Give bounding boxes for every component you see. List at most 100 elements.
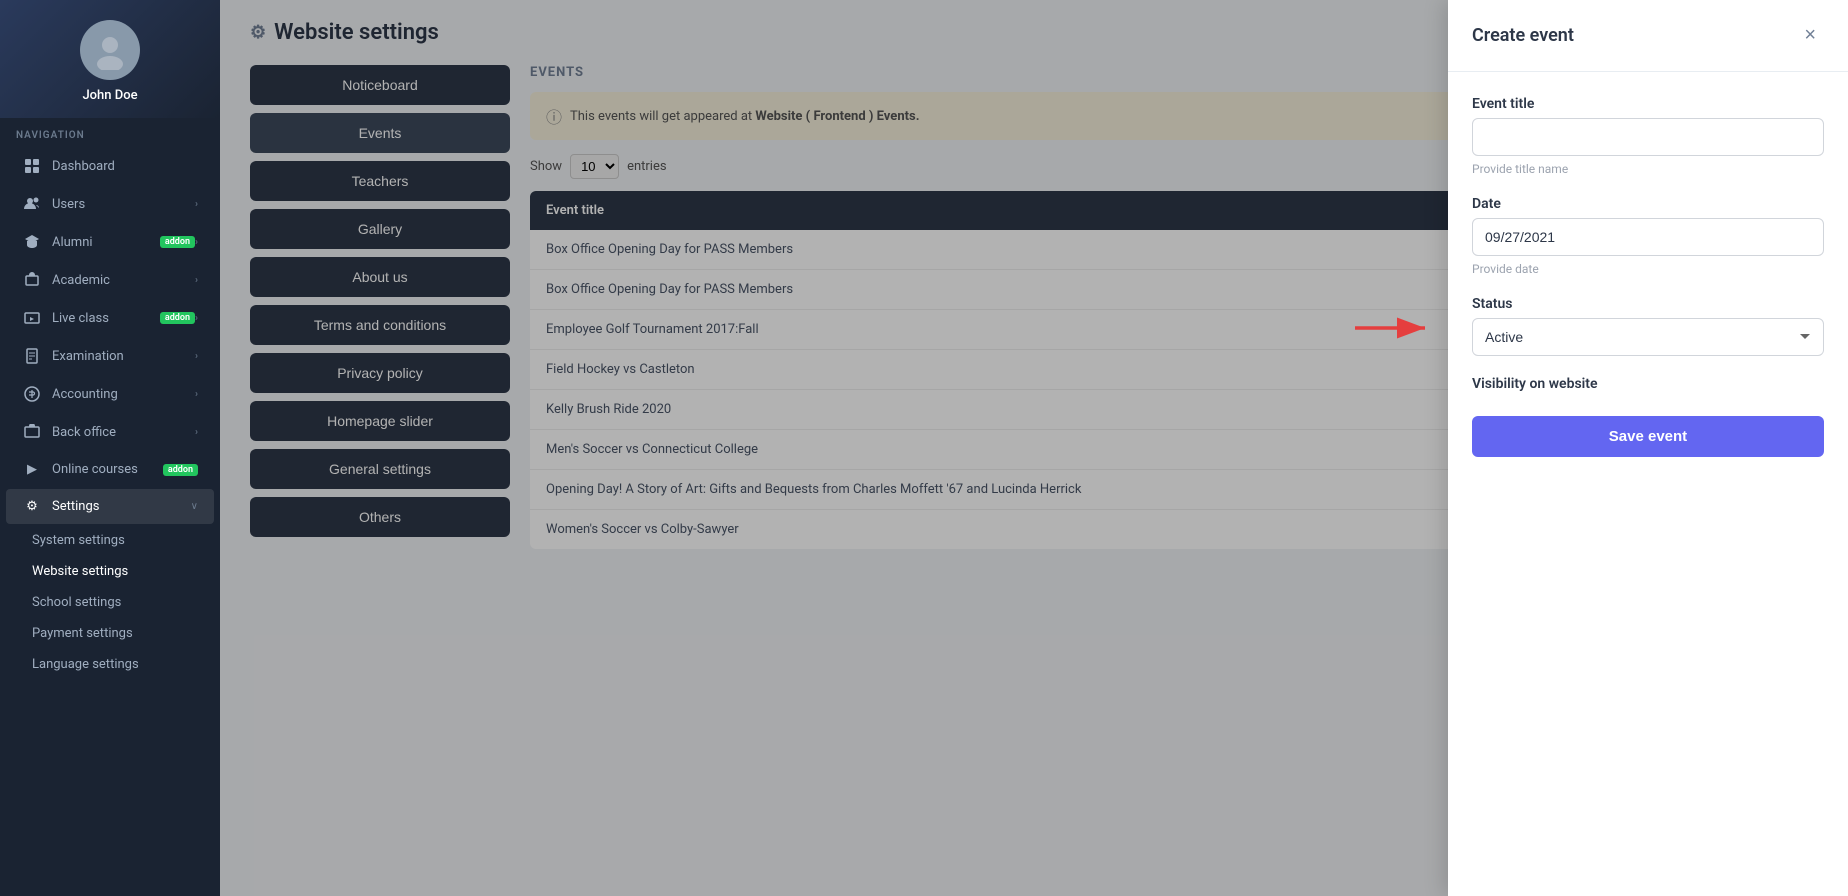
- event-title-cell: Kelly Brush Ride 2020: [530, 390, 1596, 430]
- chevron-down-icon: ∨: [191, 501, 198, 512]
- chevron-right-icon: ›: [195, 275, 198, 286]
- chevron-right-icon: ›: [195, 237, 198, 248]
- show-label: Show: [530, 159, 562, 174]
- nav-btn-noticeboard[interactable]: Noticeboard: [250, 65, 510, 105]
- sidebar-item-alumni[interactable]: Alumni addon ›: [6, 224, 214, 260]
- avatar: [80, 20, 140, 80]
- sub-item-label: Language settings: [32, 657, 139, 672]
- sidebar: John Doe NAVIGATION Dashboard Users › Al…: [0, 0, 220, 896]
- examination-icon: [22, 348, 42, 364]
- date-label: Date: [1472, 196, 1824, 212]
- date-group: Date 09/27/2021 Provide date: [1472, 196, 1824, 276]
- sidebar-profile: John Doe: [0, 0, 220, 118]
- date-input[interactable]: 09/27/2021: [1472, 218, 1824, 256]
- sidebar-item-label: Examination: [52, 349, 195, 364]
- addon-badge: addon: [160, 236, 195, 248]
- online-courses-icon: ▶: [22, 462, 42, 477]
- nav-btn-general-settings[interactable]: General settings: [250, 449, 510, 489]
- nav-btn-terms[interactable]: Terms and conditions: [250, 305, 510, 345]
- drawer-body: Event title Provide title name Date 09/2…: [1448, 72, 1848, 896]
- settings-icon: ⚙: [22, 499, 42, 514]
- nav-btn-privacy[interactable]: Privacy policy: [250, 353, 510, 393]
- event-title-label: Event title: [1472, 96, 1824, 112]
- status-group: Status Active Inactive: [1472, 296, 1824, 356]
- academic-icon: [22, 272, 42, 288]
- sidebar-item-live-class[interactable]: Live class addon ›: [6, 300, 214, 336]
- sidebar-item-label: Settings: [52, 499, 191, 514]
- sidebar-item-label: Live class: [52, 311, 154, 326]
- sidebar-item-online-courses[interactable]: ▶ Online courses addon: [6, 452, 214, 487]
- page-title-text: Website settings: [274, 20, 439, 45]
- date-hint: Provide date: [1472, 262, 1824, 276]
- chevron-right-icon: ›: [195, 427, 198, 438]
- drawer-title: Create event: [1472, 25, 1574, 46]
- sidebar-sub-item-payment-settings[interactable]: Payment settings: [0, 618, 220, 649]
- sidebar-item-label: Dashboard: [52, 159, 198, 174]
- sidebar-item-settings[interactable]: ⚙ Settings ∨: [6, 489, 214, 524]
- entries-label: entries: [627, 159, 667, 174]
- event-title-cell: Employee Golf Tournament 2017:Fall: [530, 310, 1596, 350]
- visibility-group: Visibility on website: [1472, 376, 1824, 392]
- sidebar-item-label: Back office: [52, 425, 195, 440]
- save-event-button[interactable]: Save event: [1472, 416, 1824, 457]
- nav-btn-homepage-slider[interactable]: Homepage slider: [250, 401, 510, 441]
- users-icon: [22, 196, 42, 212]
- event-title-cell: Men's Soccer vs Connecticut College: [530, 430, 1596, 470]
- sidebar-item-accounting[interactable]: Accounting ›: [6, 376, 214, 412]
- sidebar-sub-item-language-settings[interactable]: Language settings: [0, 649, 220, 680]
- visibility-label: Visibility on website: [1472, 376, 1824, 392]
- sidebar-item-examination[interactable]: Examination ›: [6, 338, 214, 374]
- sub-item-label: Payment settings: [32, 626, 133, 641]
- chevron-right-icon: ›: [195, 199, 198, 210]
- nav-btn-others[interactable]: Others: [250, 497, 510, 537]
- settings-icon: ⚙: [250, 22, 266, 43]
- status-select[interactable]: Active Inactive: [1472, 318, 1824, 356]
- chevron-right-icon: ›: [195, 389, 198, 400]
- profile-name: John Doe: [82, 88, 137, 103]
- sidebar-item-back-office[interactable]: Back office ›: [6, 414, 214, 450]
- nav-btn-gallery[interactable]: Gallery: [250, 209, 510, 249]
- sidebar-item-label: Online courses: [52, 462, 157, 477]
- event-title-hint: Provide title name: [1472, 162, 1824, 176]
- sidebar-sub-item-school-settings[interactable]: School settings: [0, 587, 220, 618]
- event-title-cell: Field Hockey vs Castleton: [530, 350, 1596, 390]
- sidebar-item-label: Accounting: [52, 387, 195, 402]
- sidebar-sub-item-system-settings[interactable]: System settings: [0, 525, 220, 556]
- event-title-cell: Box Office Opening Day for PASS Members: [530, 270, 1596, 310]
- nav-btn-events[interactable]: Events: [250, 113, 510, 153]
- sidebar-item-users[interactable]: Users ›: [6, 186, 214, 222]
- sidebar-item-label: Academic: [52, 273, 195, 288]
- sidebar-item-label: Alumni: [52, 235, 154, 250]
- nav-btn-about-us[interactable]: About us: [250, 257, 510, 297]
- nav-label: NAVIGATION: [0, 118, 220, 147]
- info-icon: ⓘ: [546, 104, 562, 128]
- event-title-cell: Box Office Opening Day for PASS Members: [530, 230, 1596, 270]
- chevron-right-icon: ›: [195, 351, 198, 362]
- entries-select[interactable]: 10 25 50: [570, 154, 619, 179]
- event-title-cell: Women's Soccer vs Colby-Sawyer: [530, 510, 1596, 550]
- sub-item-label: Website settings: [32, 564, 128, 579]
- sub-item-label: System settings: [32, 533, 125, 548]
- live-class-icon: [22, 310, 42, 326]
- addon-badge: addon: [160, 312, 195, 324]
- sidebar-item-academic[interactable]: Academic ›: [6, 262, 214, 298]
- status-label: Status: [1472, 296, 1824, 312]
- sidebar-sub-item-website-settings[interactable]: Website settings: [0, 556, 220, 587]
- sub-item-label: School settings: [32, 595, 121, 610]
- event-title-group: Event title Provide title name: [1472, 96, 1824, 176]
- left-nav: Noticeboard Events Teachers Gallery Abou…: [250, 65, 510, 876]
- back-office-icon: [22, 424, 42, 440]
- info-banner-text: This events will get appeared at Website…: [570, 109, 919, 124]
- create-event-drawer: Create event × Event title Provide title…: [1448, 0, 1848, 896]
- col-event-title: Event title: [530, 191, 1596, 230]
- sidebar-item-dashboard[interactable]: Dashboard: [6, 148, 214, 184]
- alumni-icon: [22, 234, 42, 250]
- dashboard-icon: [22, 158, 42, 174]
- addon-badge: addon: [163, 464, 198, 476]
- sidebar-item-label: Users: [52, 197, 195, 212]
- event-title-input[interactable]: [1472, 118, 1824, 156]
- nav-btn-teachers[interactable]: Teachers: [250, 161, 510, 201]
- chevron-right-icon: ›: [195, 313, 198, 324]
- close-button[interactable]: ×: [1796, 20, 1824, 51]
- event-title-cell: Opening Day! A Story of Art: Gifts and B…: [530, 470, 1596, 510]
